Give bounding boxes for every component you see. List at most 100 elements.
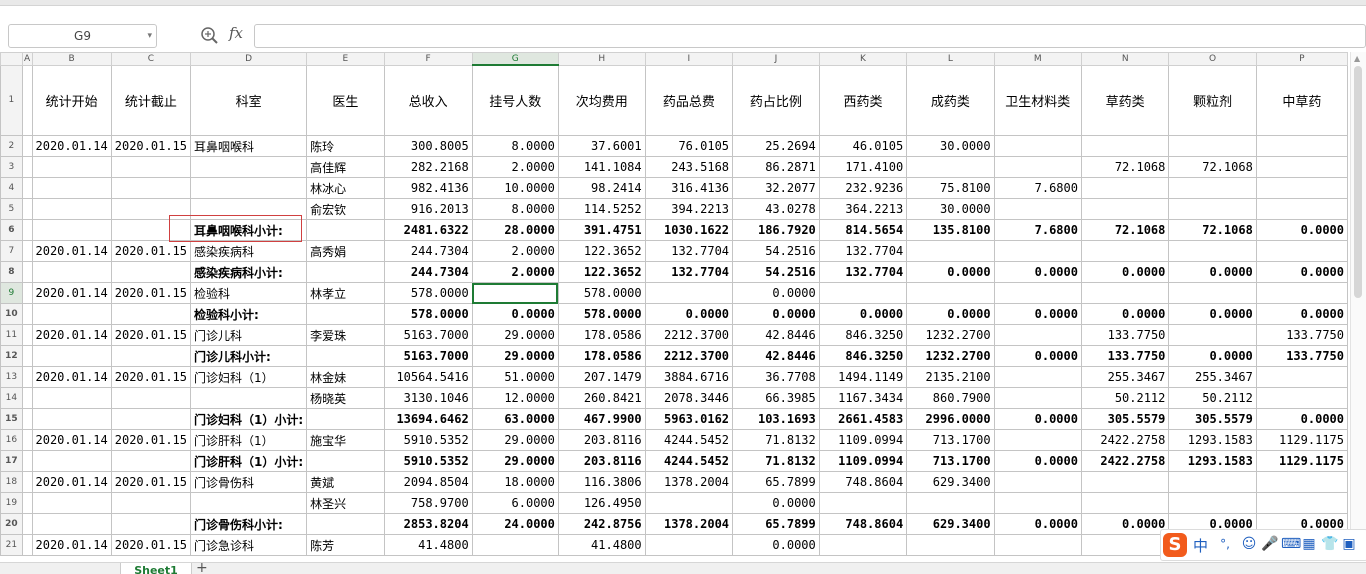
cell[interactable]: 178.0586 — [557, 324, 646, 346]
spreadsheet-grid[interactable]: A B C D E F G H I J K L M N O P 1 统计开始 统计截止 科室 医生 总收入 挂号人数 次均费用… — [0, 52, 1348, 562]
cell[interactable]: 林孝立 — [306, 282, 385, 304]
cell[interactable]: 感染疾病科小计: — [189, 261, 308, 283]
header-cell[interactable]: 统计开始 — [31, 64, 112, 136]
cell[interactable] — [644, 534, 734, 556]
cell[interactable]: 门诊妇科（1）小计: — [189, 408, 308, 430]
cell[interactable] — [906, 156, 995, 178]
cell[interactable]: 186.7920 — [732, 219, 820, 241]
add-sheet-button[interactable]: + — [196, 563, 208, 574]
column-header-o[interactable]: O — [1168, 52, 1257, 66]
cell[interactable] — [1255, 156, 1348, 178]
cell[interactable]: 305.5579 — [1168, 408, 1257, 430]
cell[interactable]: 28.0000 — [471, 219, 559, 241]
cell[interactable]: 54.2516 — [732, 261, 820, 283]
cell[interactable]: 76.0105 — [644, 135, 734, 157]
cell[interactable]: 2020.01.15 — [110, 366, 192, 388]
cell[interactable] — [1080, 471, 1170, 493]
cell[interactable]: 43.0278 — [732, 198, 820, 220]
cell[interactable] — [1080, 534, 1170, 556]
cell[interactable] — [1080, 492, 1170, 514]
cell[interactable]: 391.4751 — [557, 219, 646, 241]
cell[interactable]: 51.0000 — [471, 366, 559, 388]
cell[interactable]: 2020.01.15 — [110, 282, 192, 304]
cell[interactable] — [818, 282, 908, 304]
cell[interactable]: 俞宏钦 — [306, 198, 385, 220]
cell[interactable]: 门诊儿科 — [189, 324, 308, 346]
cell[interactable]: 0.0000 — [471, 303, 559, 325]
cell[interactable] — [31, 156, 112, 178]
cell[interactable]: 2422.2758 — [1080, 450, 1170, 472]
cell[interactable]: 71.8132 — [732, 429, 820, 451]
cell[interactable]: 1494.1149 — [818, 366, 908, 388]
zoom-icon[interactable] — [200, 26, 220, 46]
cell[interactable]: 检验科 — [189, 282, 308, 304]
row-header[interactable]: 5 — [0, 198, 23, 220]
cell[interactable]: 7.6800 — [993, 177, 1082, 199]
header-cell[interactable]: 中草药 — [1255, 64, 1348, 136]
column-header-d[interactable]: D — [189, 52, 308, 66]
row-header[interactable]: 10 — [0, 303, 23, 325]
cell[interactable]: 116.3806 — [557, 471, 646, 493]
cell[interactable]: 2481.6322 — [383, 219, 473, 241]
cell[interactable]: 高佳辉 — [306, 156, 385, 178]
cell[interactable]: 3884.6716 — [644, 366, 734, 388]
cell[interactable] — [31, 345, 112, 367]
cell[interactable] — [189, 492, 308, 514]
cell[interactable]: 0.0000 — [1255, 219, 1348, 241]
cell[interactable]: 122.3652 — [557, 240, 646, 262]
cell[interactable]: 2020.01.15 — [110, 324, 192, 346]
cell[interactable] — [110, 303, 192, 325]
cell[interactable]: 0.0000 — [993, 513, 1082, 535]
cell[interactable]: 检验科小计: — [189, 303, 308, 325]
header-cell[interactable]: 颗粒剂 — [1168, 64, 1257, 136]
cell[interactable]: 203.8116 — [557, 450, 646, 472]
cell[interactable]: 133.7750 — [1080, 324, 1170, 346]
keyboard-icon[interactable]: ⌨ — [1281, 536, 1301, 552]
cell[interactable] — [993, 492, 1082, 514]
cell[interactable]: 5910.5352 — [383, 429, 473, 451]
cell[interactable]: 0.0000 — [906, 303, 995, 325]
cell[interactable]: 2422.2758 — [1080, 429, 1170, 451]
cell[interactable]: 门诊肝科（1） — [189, 429, 308, 451]
row-header[interactable]: 9 — [0, 282, 23, 304]
cell[interactable] — [21, 345, 33, 367]
cell[interactable]: 5163.7000 — [383, 345, 473, 367]
cell[interactable]: 578.0000 — [383, 303, 473, 325]
cell[interactable]: 2094.8504 — [383, 471, 473, 493]
cell[interactable] — [1255, 387, 1348, 409]
cell[interactable]: 305.5579 — [1080, 408, 1170, 430]
cell[interactable]: 578.0000 — [557, 282, 646, 304]
sheet-tab[interactable]: Sheet1 — [120, 563, 192, 574]
cell[interactable] — [471, 282, 559, 304]
row-header[interactable]: 4 — [0, 177, 23, 199]
cell[interactable] — [21, 513, 33, 535]
column-header-i[interactable]: I — [644, 52, 734, 66]
cell[interactable]: 0.0000 — [732, 303, 820, 325]
cell[interactable] — [1080, 282, 1170, 304]
cell[interactable]: 29.0000 — [471, 429, 559, 451]
cell[interactable]: 2020.01.14 — [31, 471, 112, 493]
chevron-down-icon[interactable]: ▾ — [147, 25, 152, 47]
cell[interactable]: 758.9700 — [383, 492, 473, 514]
cell[interactable]: 0.0000 — [732, 492, 820, 514]
cell[interactable]: 2135.2100 — [906, 366, 995, 388]
cell[interactable]: 0.0000 — [818, 303, 908, 325]
cell[interactable]: 1293.1583 — [1168, 450, 1257, 472]
cell[interactable]: 133.7750 — [1255, 324, 1348, 346]
cell[interactable]: 0.0000 — [732, 282, 820, 304]
cell[interactable]: 103.1693 — [732, 408, 820, 430]
cell[interactable]: 0.0000 — [1080, 303, 1170, 325]
column-header-n[interactable]: N — [1080, 52, 1170, 66]
cell[interactable]: 1378.2004 — [644, 471, 734, 493]
cell[interactable] — [1255, 198, 1348, 220]
cell[interactable]: 0.0000 — [1168, 303, 1257, 325]
cell[interactable] — [993, 471, 1082, 493]
cell[interactable] — [1168, 177, 1257, 199]
cell[interactable]: 2020.01.15 — [110, 240, 192, 262]
row-header[interactable]: 8 — [0, 261, 23, 283]
cell[interactable]: 4244.5452 — [644, 450, 734, 472]
cell[interactable] — [21, 177, 33, 199]
cell[interactable]: 林金妹 — [306, 366, 385, 388]
cell[interactable] — [1080, 135, 1170, 157]
cell[interactable]: 75.8100 — [906, 177, 995, 199]
